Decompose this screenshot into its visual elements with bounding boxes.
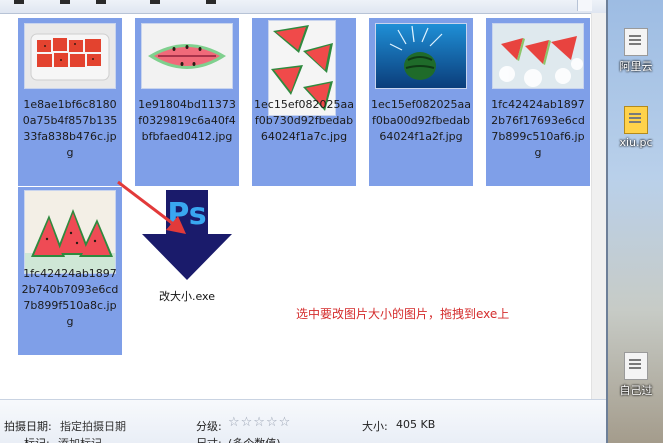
desktop-icon[interactable]: 自己过 [616, 352, 656, 398]
document-icon [624, 352, 648, 380]
watermelon-lips-icon [142, 24, 232, 88]
desktop-icon[interactable]: 阿里云 [616, 28, 656, 74]
toolbar-strip [0, 0, 606, 14]
file-name: 1e91804bd11373f0329819c6a40f4bfbfaed0412… [138, 98, 236, 143]
file-name: 1e8ae1bf6c81800a75b4f857b13533fa838b476c… [22, 98, 118, 159]
dimensions-label: 尺寸: [196, 435, 222, 443]
photoshop-exe-icon[interactable]: Ps [140, 190, 234, 280]
watermelon-ice-icon [493, 24, 583, 88]
toolbar-glyph [150, 0, 160, 4]
watermelon-wedges-icon [25, 191, 115, 273]
ps-logo-text: Ps [167, 197, 206, 232]
desktop-background: 阿里云 xiu.pc 自己过 [606, 0, 663, 443]
file-tile[interactable]: 1e91804bd11373f0329819c6a40f4bfbfaed0412… [135, 18, 239, 186]
toolbar-glyph [96, 0, 106, 4]
folder-icon [624, 106, 648, 134]
file-name: 1ec15ef082025aaf0b730d92fbedab64024f1a7c… [254, 98, 354, 143]
file-tile[interactable]: 1ec15ef082025aaf0b730d92fbedab64024f1a7c… [252, 18, 356, 186]
vertical-scrollbar[interactable] [591, 13, 606, 399]
tags-label: 标记: [24, 435, 50, 443]
file-tile[interactable]: 1fc42424ab18972b76f17693e6cd7b899c510af6… [486, 18, 590, 186]
toolbar-glyph [14, 0, 24, 4]
desktop-icon-label: 自己过 [619, 384, 653, 397]
file-size-label: 大小: [362, 420, 388, 433]
desktop-icon[interactable]: xiu.pc [616, 106, 656, 149]
instruction-note: 选中要改图片大小的图片，拖拽到exe上 [296, 307, 510, 321]
toolbar-glyph [60, 0, 70, 4]
desktop-icon-label: xiu.pc [619, 136, 653, 149]
file-name: 1ec15ef082025aaf0ba00d92fbedab64024f1a2f… [371, 98, 471, 143]
desktop-icon-label: 阿里云 [619, 60, 653, 73]
file-explorer-window: 1e8ae1bf6c81800a75b4f857b13533fa838b476c… [0, 0, 606, 443]
date-taken-label: 拍摄日期: [4, 420, 52, 433]
tags-value[interactable]: 添加标记 [58, 435, 102, 443]
rating-label: 分级: [196, 420, 222, 433]
document-icon [624, 28, 648, 56]
file-tile[interactable]: 1e8ae1bf6c81800a75b4f857b13533fa838b476c… [18, 18, 122, 186]
date-taken-value[interactable]: 指定拍摄日期 [60, 418, 126, 434]
watermelon-cubes-icon [25, 24, 115, 88]
file-tile[interactable]: 1ec15ef082025aaf0ba00d92fbedab64024f1a2f… [369, 18, 473, 186]
rating-stars[interactable]: ☆☆☆☆☆ [228, 415, 291, 430]
file-name: 1fc42424ab18972b740b7093e6cd7b899f510a8c… [21, 267, 119, 328]
help-icon[interactable] [577, 0, 592, 11]
toolbar-glyph [206, 0, 216, 4]
file-name: 1fc42424ab18972b76f17693e6cd7b899c510af6… [491, 98, 585, 159]
exe-file-name: 改大小.exe [158, 290, 215, 303]
baidu-watermark: Baidu经验 [507, 376, 591, 395]
file-size-value: 405 KB [396, 418, 436, 431]
dimensions-value: (多个数值) [228, 435, 281, 443]
file-tile[interactable]: 1fc42424ab18972b740b7093e6cd7b899f510a8c… [18, 187, 122, 355]
watermelon-splash-icon [376, 24, 466, 88]
